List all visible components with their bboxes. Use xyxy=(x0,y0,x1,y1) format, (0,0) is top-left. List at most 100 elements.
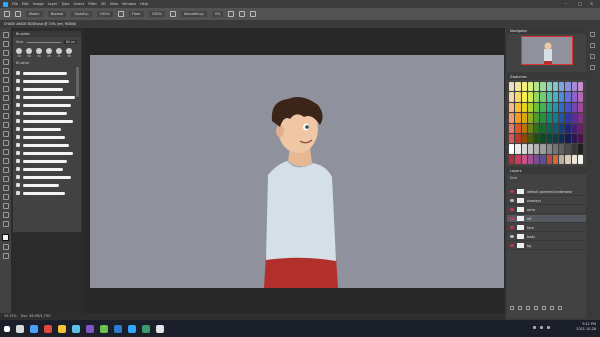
color-swatch[interactable] xyxy=(552,154,558,164)
color-swatch[interactable] xyxy=(509,113,515,123)
brush-list-item[interactable] xyxy=(16,117,78,125)
menu-filter[interactable]: Filter xyxy=(88,2,97,6)
menu-3d[interactable]: 3D xyxy=(101,2,106,6)
maximize-button[interactable]: □ xyxy=(578,1,582,6)
brush-preset[interactable]: 30 xyxy=(36,48,42,58)
visibility-eye-icon[interactable] xyxy=(510,244,514,247)
color-swatch[interactable] xyxy=(559,154,565,164)
taskbar-app-icon[interactable] xyxy=(58,324,66,333)
color-swatch[interactable] xyxy=(577,133,583,144)
color-swatch[interactable] xyxy=(521,144,527,154)
brush-list-item[interactable] xyxy=(16,69,78,77)
screen-mode-icon[interactable] xyxy=(2,253,9,259)
color-swatch[interactable] xyxy=(521,113,527,123)
brush-list-item[interactable] xyxy=(16,165,78,173)
color-swatch[interactable] xyxy=(540,82,546,92)
color-swatch[interactable] xyxy=(546,144,552,154)
brush-tool-icon[interactable] xyxy=(15,11,21,17)
color-swatch[interactable] xyxy=(540,113,546,123)
crop-tool-icon[interactable] xyxy=(2,68,9,74)
color-swatch[interactable] xyxy=(571,133,577,144)
color-swatch[interactable] xyxy=(521,154,527,164)
clock[interactable]: 9:11 PM 2021-10-28 xyxy=(576,322,596,332)
visibility-eye-icon[interactable] xyxy=(510,208,514,211)
color-swatch[interactable] xyxy=(559,144,565,154)
color-swatch[interactable] xyxy=(571,102,577,113)
eyedropper-tool-icon[interactable] xyxy=(2,86,9,92)
move-tool-icon[interactable] xyxy=(2,32,9,38)
layer-row[interactable]: overlays xyxy=(507,197,586,205)
pen-tool-icon[interactable] xyxy=(2,167,9,173)
color-swatch[interactable] xyxy=(559,92,565,102)
color-swatch[interactable] xyxy=(571,92,577,102)
brush-list-item[interactable] xyxy=(16,93,78,101)
color-swatch[interactable] xyxy=(527,102,533,113)
taskbar-app-icon[interactable] xyxy=(30,324,38,333)
color-swatch[interactable] xyxy=(515,133,521,144)
color-swatch[interactable] xyxy=(577,123,583,133)
healing-brush-tool-icon[interactable] xyxy=(2,95,9,101)
brush-preset[interactable]: 30 xyxy=(16,48,22,58)
brush-size-input[interactable]: 80 px xyxy=(63,40,78,44)
color-swatch[interactable] xyxy=(577,102,583,113)
color-swatch[interactable] xyxy=(527,113,533,123)
taskbar-app-icon[interactable] xyxy=(86,324,94,333)
navigator-preview[interactable] xyxy=(521,36,573,65)
minimize-button[interactable]: – xyxy=(565,1,567,6)
color-swatch[interactable] xyxy=(509,123,515,133)
color-swatch[interactable] xyxy=(534,154,540,164)
color-swatch[interactable] xyxy=(515,123,521,133)
brush-preset[interactable]: 25 xyxy=(46,48,52,58)
color-swatch[interactable] xyxy=(527,82,533,92)
opacity-input[interactable]: 100% xyxy=(96,11,113,17)
history-panel-icon[interactable] xyxy=(590,32,595,37)
color-swatch[interactable] xyxy=(571,113,577,123)
brush-list-scrollbar[interactable] xyxy=(76,67,79,97)
color-swatch[interactable] xyxy=(527,92,533,102)
close-button[interactable]: ✕ xyxy=(590,1,593,6)
menu-file[interactable]: File xyxy=(12,2,18,6)
zoom-tool-icon[interactable] xyxy=(2,212,9,218)
history-brush-tool-icon[interactable] xyxy=(2,122,9,128)
color-swatch[interactable] xyxy=(559,123,565,133)
menu-layer[interactable]: Layer xyxy=(48,2,58,6)
brush-list-item[interactable] xyxy=(16,133,78,141)
path-select-tool-icon[interactable] xyxy=(2,185,9,191)
color-swatch[interactable] xyxy=(546,133,552,144)
angle-icon[interactable] xyxy=(239,11,246,17)
color-swatch[interactable] xyxy=(571,123,577,133)
color-swatch[interactable] xyxy=(565,154,571,164)
color-swatch[interactable] xyxy=(534,123,540,133)
flow-input[interactable]: 100% xyxy=(148,11,165,17)
symmetry-icon[interactable] xyxy=(250,11,257,17)
color-swatch[interactable] xyxy=(527,133,533,144)
color-swatch[interactable] xyxy=(552,102,558,113)
color-swatch[interactable] xyxy=(540,144,546,154)
color-swatch[interactable] xyxy=(571,154,577,164)
brush-preset[interactable]: 25 xyxy=(56,48,62,58)
blur-tool-icon[interactable] xyxy=(2,149,9,155)
color-swatch[interactable] xyxy=(515,102,521,113)
color-swatch[interactable] xyxy=(552,92,558,102)
visibility-eye-icon[interactable] xyxy=(510,190,514,193)
brush-list-item[interactable] xyxy=(16,109,78,117)
delete-layer-icon[interactable] xyxy=(558,306,562,310)
frame-tool-icon[interactable] xyxy=(2,77,9,83)
color-swatch[interactable] xyxy=(552,113,558,123)
color-swatch[interactable] xyxy=(509,82,515,92)
color-swatch[interactable] xyxy=(515,82,521,92)
color-swatch[interactable] xyxy=(565,144,571,154)
brush-tool-icon[interactable] xyxy=(2,104,9,110)
layer-row[interactable]: ref xyxy=(507,215,586,223)
more-tools-icon[interactable] xyxy=(2,221,9,227)
color-swatch[interactable] xyxy=(552,133,558,144)
gradient-tool-icon[interactable] xyxy=(2,140,9,146)
zoom-level[interactable]: 33.33% xyxy=(4,314,17,318)
color-swatch[interactable] xyxy=(521,123,527,133)
taskbar-app-icon[interactable] xyxy=(114,324,122,333)
visibility-eye-icon[interactable] xyxy=(510,217,514,220)
brush-list-item[interactable] xyxy=(16,181,78,189)
color-swatch[interactable] xyxy=(509,92,515,102)
color-swatch[interactable] xyxy=(559,113,565,123)
layer-row[interactable]: bg xyxy=(507,242,586,250)
